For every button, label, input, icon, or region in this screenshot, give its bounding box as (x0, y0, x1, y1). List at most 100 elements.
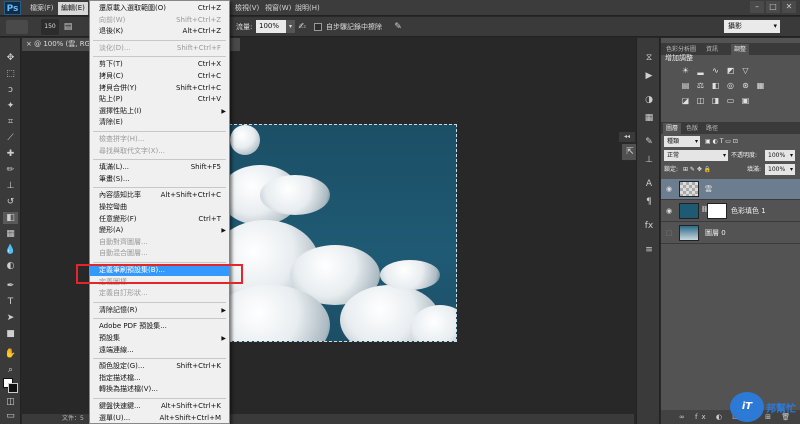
character-panel-icon[interactable]: A (642, 178, 656, 190)
airbrush-icon[interactable]: ✍ (296, 21, 308, 33)
visibility-eye-icon[interactable]: ◉ (664, 184, 674, 194)
brush-tool-icon[interactable]: ✏ (3, 164, 18, 176)
tab-layers[interactable]: 圖層 (663, 123, 682, 134)
image-canvas[interactable] (229, 124, 457, 342)
edit-menu-item[interactable]: 轉換為描述檔(V)... (90, 384, 229, 395)
screen-mode-icon[interactable]: ▭ (3, 410, 18, 422)
edit-menu-item[interactable]: 清除記憶(R) ▶ (90, 305, 229, 316)
tab-channels[interactable]: 色版 (683, 123, 701, 134)
brightness-icon[interactable]: ☀ (679, 65, 692, 77)
edit-menu-item[interactable]: 鍵盤快速鍵... Alt+Shift+Ctrl+K (90, 401, 229, 412)
lock-icons[interactable]: ⊞ ✎ ✥ 🔒 (683, 163, 711, 176)
edit-menu-item[interactable]: 剪下(T) Ctrl+X (90, 59, 229, 70)
vibrance-icon[interactable]: ▽ (739, 65, 752, 77)
tab-adjustments[interactable]: 調整 (731, 44, 750, 55)
pen-tool-icon[interactable]: ✒ (3, 280, 18, 292)
black-white-icon[interactable]: ◧ (709, 80, 722, 92)
filter-icons[interactable]: ▣ ◐ T ▭ ⊡ (705, 135, 738, 148)
background-color-swatch[interactable] (8, 383, 18, 393)
quick-select-tool-icon[interactable]: ✦ (3, 100, 18, 112)
selective-color-icon[interactable]: ▣ (739, 95, 752, 107)
menu-window[interactable]: 視窗(W) (262, 2, 294, 15)
marquee-tool-icon[interactable]: ⬚ (3, 68, 18, 80)
type-tool-icon[interactable]: T (3, 296, 18, 308)
lookup-icon[interactable]: ▦ (754, 80, 767, 92)
edit-menu-item[interactable]: 任意變形(F) Ctrl+T (90, 214, 229, 225)
blend-mode-select[interactable]: 正常 (664, 150, 728, 161)
tab-info[interactable]: 資訊 (703, 44, 721, 55)
edit-menu-item[interactable]: 筆畫(S)... (90, 174, 229, 185)
quick-mask-icon[interactable]: ◫ (3, 396, 18, 408)
edit-menu-item[interactable]: 選擇性貼上(I) ▶ (90, 106, 229, 117)
auto-erase-checkbox[interactable] (314, 23, 322, 31)
gradient-tool-icon[interactable]: ▦ (3, 228, 18, 240)
posterize-icon[interactable]: ◫ (694, 95, 707, 107)
hue-saturation-icon[interactable]: ▤ (679, 80, 692, 92)
photo-filter-icon[interactable]: ◎ (724, 80, 737, 92)
edit-menu-item[interactable]: 還原載入選取範圍(O) Ctrl+Z (90, 3, 229, 14)
dodge-tool-icon[interactable]: ◐ (3, 260, 18, 272)
crop-tool-icon[interactable]: ⌗ (3, 116, 18, 128)
flow-input[interactable]: 100% (256, 20, 286, 33)
levels-icon[interactable]: ▂ (694, 65, 707, 77)
edit-menu-item[interactable]: 貼上(P) Ctrl+V (90, 94, 229, 105)
path-select-tool-icon[interactable]: ➤ (3, 312, 18, 324)
filter-kind-select[interactable]: 種類 (664, 136, 700, 147)
history-brush-tool-icon[interactable]: ↺ (3, 196, 18, 208)
color-panel-icon[interactable]: ◑ (642, 94, 656, 106)
edit-menu-item[interactable]: Adobe PDF 預設集... (90, 321, 229, 332)
edit-menu-item[interactable]: 退後(K) Alt+Ctrl+Z (90, 26, 229, 37)
shape-tool-icon[interactable]: ■ (3, 328, 18, 340)
collapse-panel-icon[interactable]: ◂◂ (619, 132, 635, 142)
brush-size[interactable]: 150 (41, 19, 59, 35)
edit-menu-item[interactable]: 拷貝合併(Y) Shift+Ctrl+C (90, 83, 229, 94)
paragraph-panel-icon[interactable]: ¶ (642, 196, 656, 208)
edit-menu-item[interactable]: 顏色設定(G)... Shift+Ctrl+K (90, 361, 229, 372)
gradient-map-icon[interactable]: ▭ (724, 95, 737, 107)
edit-menu-item[interactable]: 變形(A) ▶ (90, 225, 229, 236)
brush-panel-icon[interactable]: ▤ (62, 21, 74, 33)
eraser-tool-icon[interactable]: ◧ (3, 212, 18, 224)
swatches-panel-icon[interactable]: ▦ (642, 112, 656, 124)
flow-dropdown-icon[interactable]: ▾ (286, 20, 295, 33)
threshold-icon[interactable]: ◨ (709, 95, 722, 107)
edit-menu-item[interactable]: 內容感知比率 Alt+Shift+Ctrl+C (90, 190, 229, 201)
pressure-icon[interactable]: ✎ (392, 21, 404, 33)
zoom-tool-icon[interactable]: ⌕ (3, 364, 18, 376)
edit-menu-item[interactable]: 清除(E) (90, 117, 229, 128)
edit-menu-item[interactable]: 遠端連線... (90, 345, 229, 356)
workspace-select[interactable]: 攝影 (724, 20, 780, 33)
close-icon[interactable]: ✕ (782, 1, 796, 13)
edit-menu-item[interactable]: 選單(U)... Alt+Shift+Ctrl+M (90, 413, 229, 424)
hand-tool-icon[interactable]: ✋ (3, 348, 18, 360)
styles-panel-icon[interactable]: fx (642, 220, 656, 232)
color-balance-icon[interactable]: ⚖ (694, 80, 707, 92)
blur-tool-icon[interactable]: 💧 (3, 244, 18, 256)
close-tab-icon[interactable]: × (26, 40, 34, 48)
properties-panel-icon[interactable]: ≡ (642, 244, 656, 256)
edit-menu-item[interactable]: 預設集 ▶ (90, 333, 229, 344)
visibility-eye-icon[interactable]: ◉ (664, 206, 674, 216)
minimize-icon[interactable]: – (750, 1, 764, 13)
healing-tool-icon[interactable]: ✚ (3, 148, 18, 160)
lasso-tool-icon[interactable]: ↄ (3, 84, 18, 96)
eraser-tool-preset[interactable] (6, 20, 28, 34)
channel-mixer-icon[interactable]: ⊛ (739, 80, 752, 92)
stamp-tool-icon[interactable]: ⊥ (3, 180, 18, 192)
history-panel-icon[interactable]: ⧖ (642, 52, 656, 64)
menu-file[interactable]: 檔案(F) (27, 2, 57, 15)
fill-input[interactable]: 100% (765, 164, 795, 175)
edit-menu-item[interactable]: 指定描述檔... (90, 373, 229, 384)
menu-edit[interactable]: 編輯(E) (58, 2, 88, 15)
edit-menu-item[interactable]: 拷貝(C) Ctrl+C (90, 71, 229, 82)
edit-menu-item[interactable]: 操控彎曲 (90, 202, 229, 213)
actions-panel-icon[interactable]: ▶ (642, 70, 656, 82)
exposure-icon[interactable]: ◩ (724, 65, 737, 77)
tab-paths[interactable]: 路徑 (703, 123, 721, 134)
clone-source-icon[interactable]: ⊥ (642, 154, 656, 166)
menu-view[interactable]: 檢視(V) (232, 2, 262, 15)
maximize-icon[interactable]: □ (766, 1, 780, 13)
layer-row[interactable]: ◉ 雲 (661, 179, 800, 200)
eyedropper-tool-icon[interactable]: ⟋ (3, 132, 18, 144)
brush-panel-icon[interactable]: ✎ (642, 136, 656, 148)
